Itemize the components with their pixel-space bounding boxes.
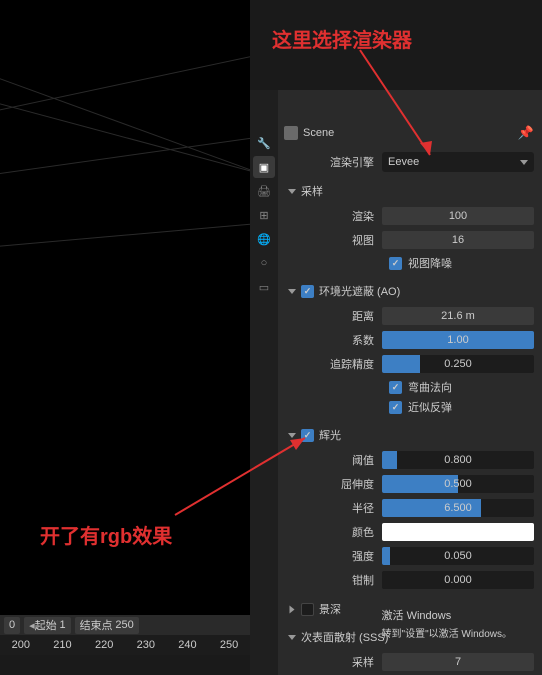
- ao-bent-check[interactable]: ✓: [389, 381, 402, 394]
- frame-end[interactable]: 结束点 250: [75, 617, 139, 634]
- tab-output[interactable]: 🖨: [253, 180, 275, 202]
- bloom-intensity[interactable]: 0.050: [382, 547, 534, 565]
- bloom-color[interactable]: [382, 523, 534, 541]
- tab-render[interactable]: ▣: [253, 156, 275, 178]
- section-ao[interactable]: ✓环境光遮蔽 (AO): [284, 281, 534, 301]
- sss-samples[interactable]: 7: [382, 653, 534, 671]
- tab-object[interactable]: ▭: [253, 276, 275, 298]
- arrow-left: [170, 430, 320, 520]
- dof-enable[interactable]: [301, 603, 314, 616]
- viewport-3d[interactable]: [0, 0, 250, 620]
- chevron-down-icon: [520, 160, 528, 165]
- tab-scene[interactable]: 🌐: [253, 228, 275, 250]
- bloom-radius[interactable]: 6.500: [382, 499, 534, 517]
- frame-start[interactable]: ◂ 起始 1: [24, 617, 70, 634]
- properties-tabs: 🔧 ▣ 🖨 ⊞ 🌐 ○ ▭: [250, 0, 278, 675]
- bloom-clamp[interactable]: 0.000: [382, 571, 534, 589]
- bloom-knee[interactable]: 0.500: [382, 475, 534, 493]
- ao-bounce-check[interactable]: ✓: [389, 401, 402, 414]
- ao-distance[interactable]: 21.6 m: [382, 307, 534, 325]
- render-samples[interactable]: 100: [382, 207, 534, 225]
- ao-factor[interactable]: 1.00: [382, 331, 534, 349]
- timeline-ruler[interactable]: 200210220230240250: [0, 635, 250, 655]
- tab-world[interactable]: ○: [253, 252, 275, 274]
- view-samples[interactable]: 16: [382, 231, 534, 249]
- section-sampling[interactable]: 采样: [284, 181, 534, 201]
- scene-icon: [284, 126, 298, 140]
- bloom-threshold[interactable]: 0.800: [382, 451, 534, 469]
- frame-current[interactable]: 0: [4, 617, 20, 634]
- section-bloom[interactable]: ✓辉光: [284, 425, 534, 445]
- timeline: 0 ◂ 起始 1 结束点 250 200210220230240250: [0, 615, 250, 655]
- arrow-top: [330, 45, 450, 175]
- denoise-check[interactable]: ✓: [389, 257, 402, 270]
- ao-trace[interactable]: 0.250: [382, 355, 534, 373]
- watermark: 激活 Windows 转到"设置"以激活 Windows。: [382, 607, 512, 640]
- tab-view[interactable]: ⊞: [253, 204, 275, 226]
- tab-tool[interactable]: 🔧: [253, 132, 275, 154]
- pin-icon[interactable]: 📌: [518, 125, 534, 141]
- ao-enable[interactable]: ✓: [301, 285, 314, 298]
